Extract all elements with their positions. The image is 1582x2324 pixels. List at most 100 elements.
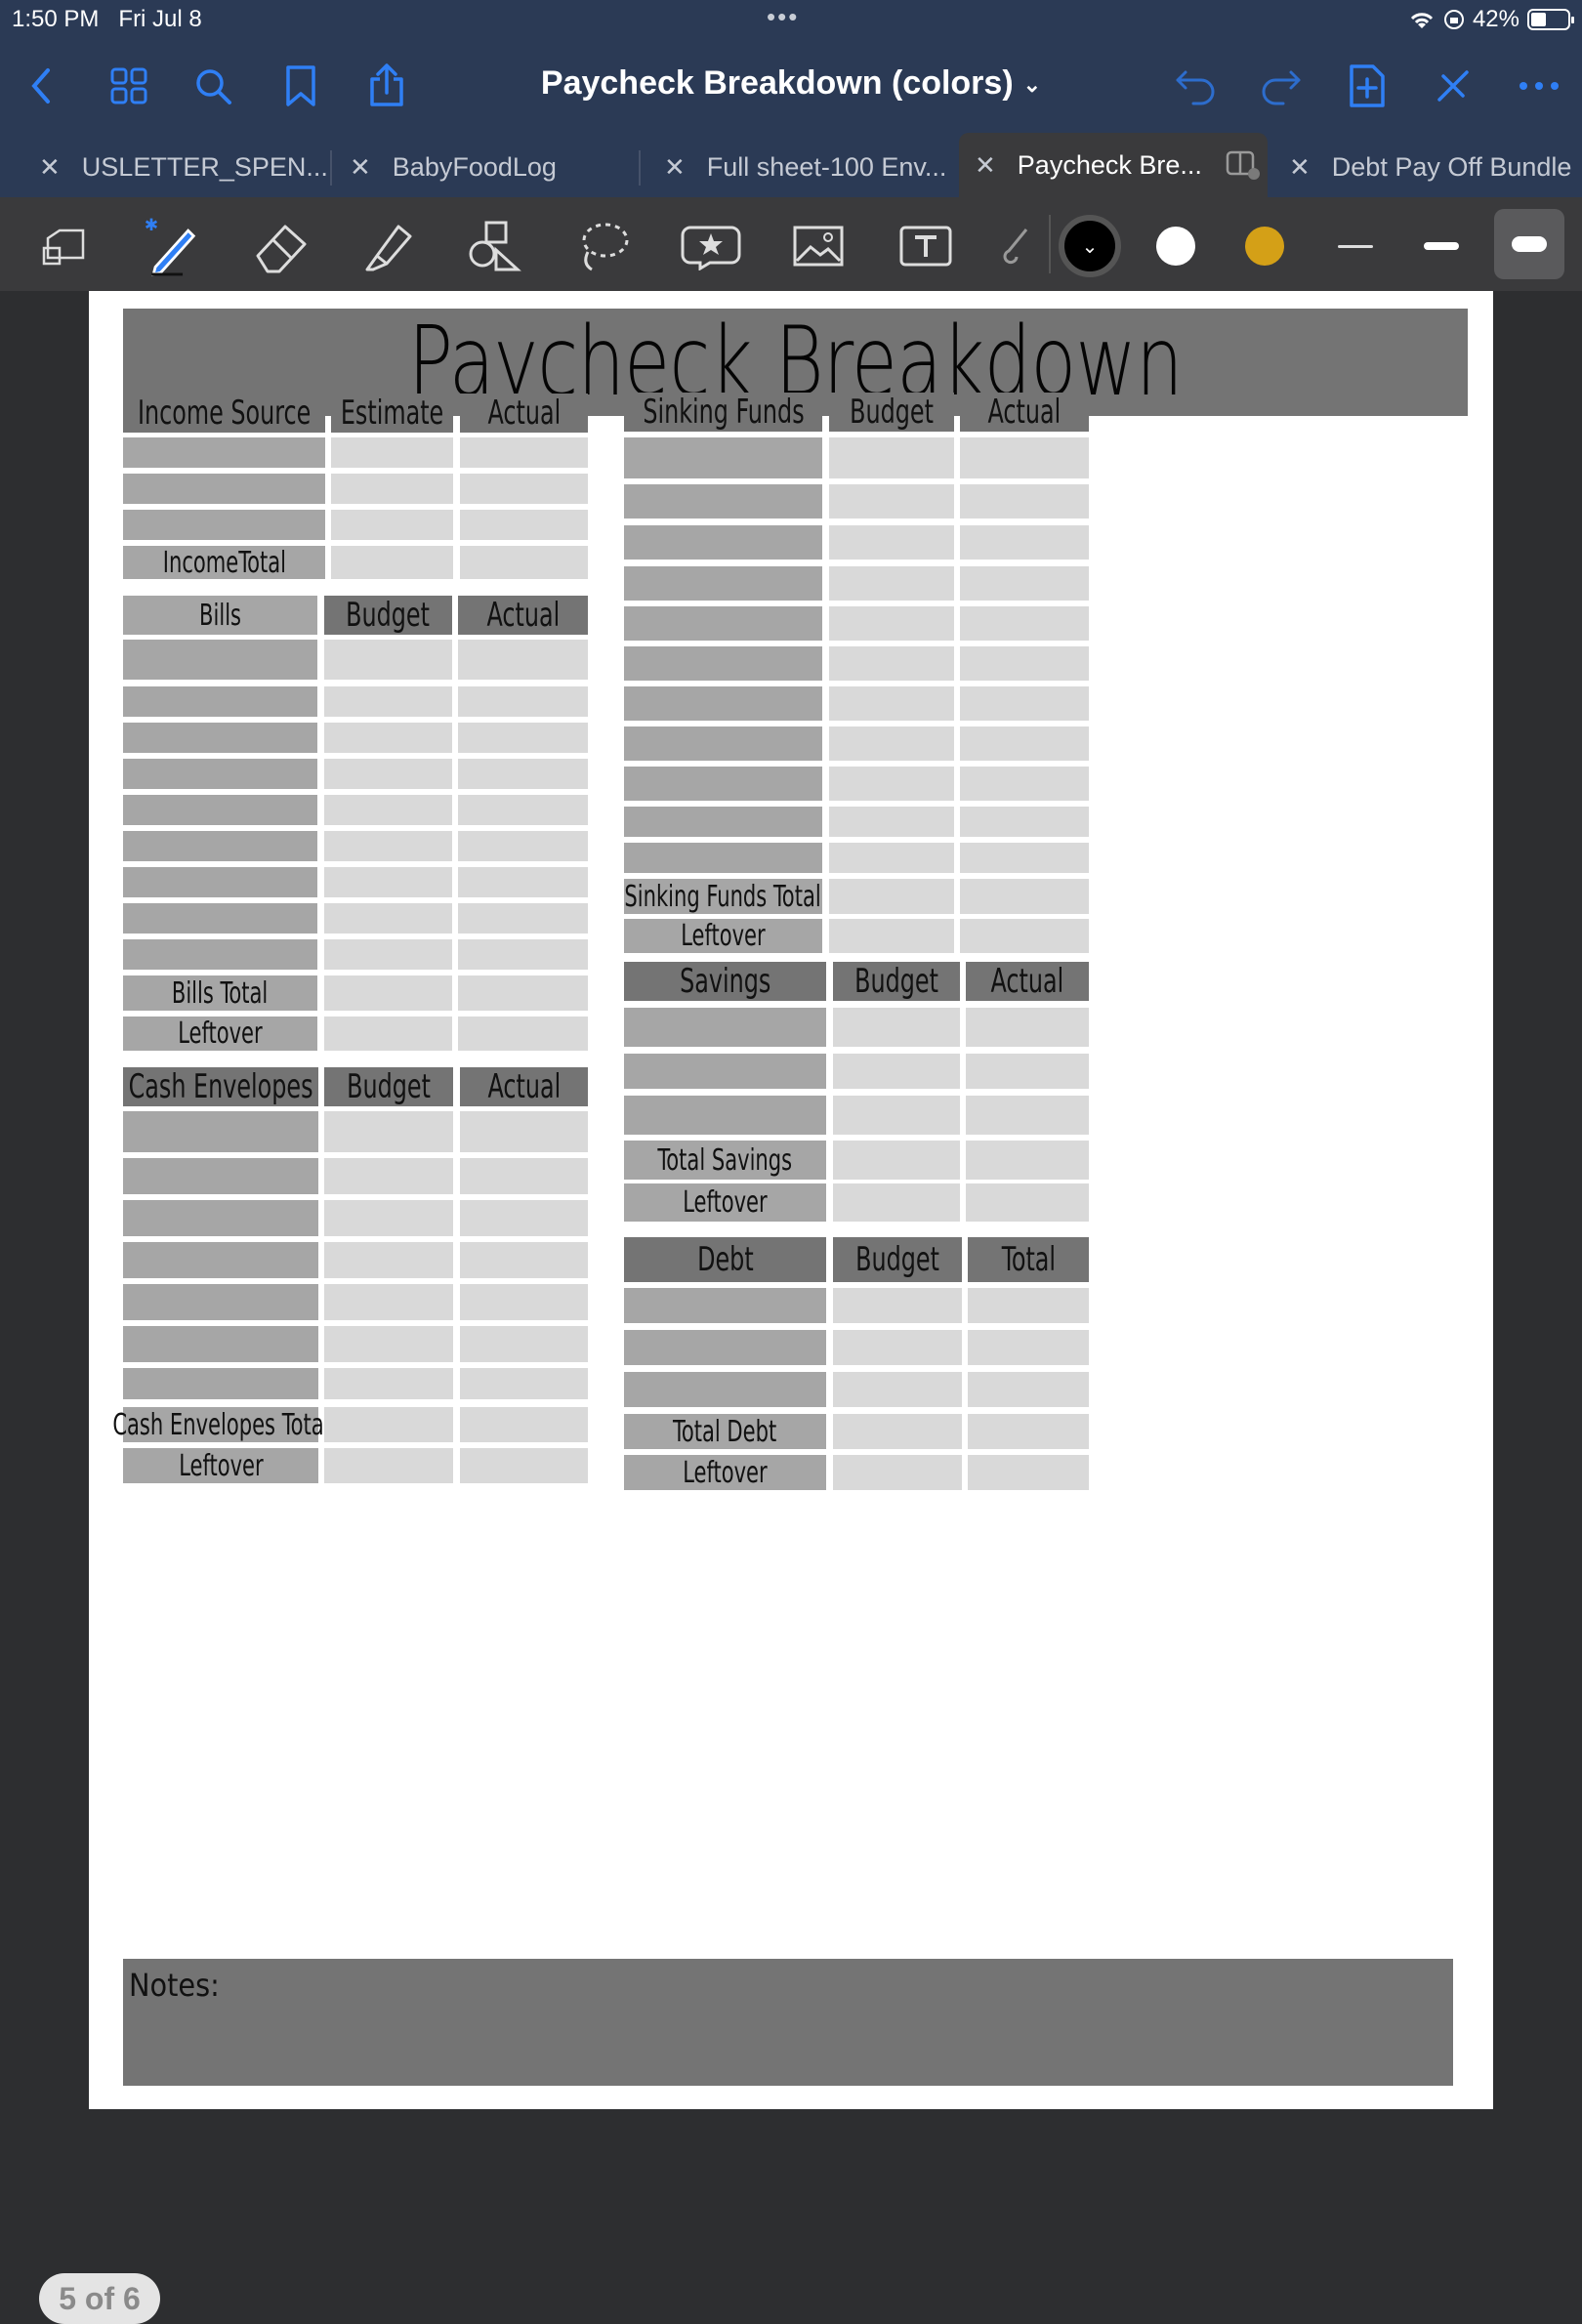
cash-row-value-cell[interactable]: [324, 1448, 453, 1483]
bills-row-value-cell[interactable]: [324, 640, 452, 680]
sinking-row-label-cell[interactable]: [624, 843, 822, 873]
bills-row-value-cell[interactable]: [324, 686, 452, 717]
bills-row-value-cell[interactable]: [458, 975, 588, 1011]
sinking-row-label-cell[interactable]: [624, 437, 822, 478]
cash-row-value-cell[interactable]: [460, 1407, 588, 1442]
bills-row-label-cell[interactable]: [123, 759, 317, 789]
sinking-row-value-cell[interactable]: [829, 767, 954, 801]
cash-row-value-cell[interactable]: [324, 1368, 453, 1399]
income-row-label-cell[interactable]: [123, 437, 325, 468]
lasso-icon[interactable]: [572, 215, 635, 277]
sinking-row-value-cell[interactable]: [960, 646, 1089, 681]
cash-row-value-cell[interactable]: [460, 1326, 588, 1362]
white-color-swatch[interactable]: [1156, 227, 1195, 266]
pen-tool-icon[interactable]: ✱: [143, 215, 197, 277]
tab-usletter[interactable]: ✕ USLETTER_SPEN...: [39, 137, 328, 197]
sinking-row-label-cell[interactable]: [624, 484, 822, 519]
savings-row-label-cell[interactable]: [624, 1096, 826, 1135]
tab-babyfoodlog[interactable]: ✕ BabyFoodLog: [350, 137, 557, 197]
cash-row-value-cell[interactable]: [324, 1242, 453, 1278]
savings-row-value-cell[interactable]: [833, 1008, 960, 1047]
debt-row-value-cell[interactable]: [968, 1455, 1089, 1490]
cash-row-label-cell[interactable]: [123, 1368, 318, 1399]
sinking-row-value-cell[interactable]: [960, 525, 1089, 560]
bills-row-value-cell[interactable]: [324, 795, 452, 825]
sinking-row-value-cell[interactable]: [829, 879, 954, 914]
tab-full-sheet[interactable]: ✕ Full sheet-100 Env...: [664, 137, 946, 197]
bills-row-label-cell[interactable]: [123, 831, 317, 861]
sinking-row-label-cell[interactable]: [624, 807, 822, 837]
sinking-row-label-cell[interactable]: [624, 606, 822, 641]
thin-stroke-option[interactable]: [1324, 215, 1387, 277]
debt-row-value-cell[interactable]: [833, 1330, 962, 1365]
savings-row-label-cell[interactable]: [624, 1054, 826, 1089]
sinking-row-value-cell[interactable]: [960, 566, 1089, 601]
text-box-icon[interactable]: [895, 215, 957, 277]
bills-row-label-cell[interactable]: [123, 867, 317, 897]
debt-row-value-cell[interactable]: [968, 1372, 1089, 1407]
sinking-row-value-cell[interactable]: [960, 686, 1089, 721]
bills-row-value-cell[interactable]: [458, 831, 588, 861]
bills-row-value-cell[interactable]: [324, 759, 452, 789]
savings-row-value-cell[interactable]: [966, 1141, 1089, 1180]
bills-row-value-cell[interactable]: [324, 975, 452, 1011]
sinking-row-value-cell[interactable]: [829, 919, 954, 953]
debt-row-value-cell[interactable]: [833, 1288, 962, 1323]
cash-row-value-cell[interactable]: [324, 1326, 453, 1362]
bills-row-value-cell[interactable]: [324, 939, 452, 970]
cash-row-label-cell[interactable]: [123, 1242, 318, 1278]
income-row-value-cell[interactable]: [460, 546, 588, 579]
cash-row-label-cell[interactable]: [123, 1326, 318, 1362]
sinking-row-value-cell[interactable]: [960, 484, 1089, 519]
redo-icon[interactable]: [1252, 57, 1311, 115]
sinking-row-label-cell[interactable]: [624, 686, 822, 721]
bills-row-value-cell[interactable]: [324, 831, 452, 861]
bills-row-value-cell[interactable]: [458, 903, 588, 934]
chevron-down-icon[interactable]: ⌄: [1023, 72, 1041, 97]
close-icon[interactable]: ✕: [975, 150, 996, 181]
cash-row-value-cell[interactable]: [460, 1242, 588, 1278]
cash-row-label-cell[interactable]: [123, 1111, 318, 1152]
cash-row-label-cell[interactable]: [123, 1200, 318, 1236]
elements-icon[interactable]: [680, 215, 742, 277]
bills-row-label-cell[interactable]: [123, 795, 317, 825]
income-row-value-cell[interactable]: [331, 510, 453, 540]
debt-row-label-cell[interactable]: [624, 1330, 826, 1365]
close-icon[interactable]: ✕: [664, 152, 686, 183]
sinking-row-label-cell[interactable]: [624, 525, 822, 560]
more-icon[interactable]: [1510, 57, 1568, 115]
income-row-value-cell[interactable]: [460, 474, 588, 504]
cash-row-value-cell[interactable]: [460, 1368, 588, 1399]
cash-row-value-cell[interactable]: [324, 1111, 453, 1152]
savings-row-value-cell[interactable]: [966, 1054, 1089, 1089]
undo-icon[interactable]: [1166, 57, 1225, 115]
bills-row-value-cell[interactable]: [324, 723, 452, 753]
close-icon[interactable]: ✕: [350, 152, 371, 183]
bills-row-value-cell[interactable]: [458, 939, 588, 970]
bills-row-label-cell[interactable]: [123, 686, 317, 717]
thick-stroke-option[interactable]: [1494, 209, 1564, 279]
sinking-row-value-cell[interactable]: [960, 919, 1089, 953]
cash-row-value-cell[interactable]: [460, 1158, 588, 1194]
pen-tools-icon[interactable]: [1424, 57, 1482, 115]
income-row-value-cell[interactable]: [460, 510, 588, 540]
savings-row-value-cell[interactable]: [833, 1183, 960, 1222]
worksheet-page[interactable]: Paycheck Breakdown Income Source Estimate…: [89, 291, 1493, 2109]
bills-row-value-cell[interactable]: [458, 723, 588, 753]
sinking-row-value-cell[interactable]: [960, 606, 1089, 641]
sinking-row-value-cell[interactable]: [829, 566, 954, 601]
multitasking-dots[interactable]: •••: [767, 2, 799, 32]
cash-row-value-cell[interactable]: [460, 1284, 588, 1320]
sinking-row-value-cell[interactable]: [829, 606, 954, 641]
add-page-icon[interactable]: [1338, 57, 1396, 115]
debt-row-value-cell[interactable]: [968, 1330, 1089, 1365]
sinking-row-value-cell[interactable]: [829, 437, 954, 478]
cash-row-value-cell[interactable]: [460, 1111, 588, 1152]
sinking-row-label-cell[interactable]: [624, 767, 822, 801]
sinking-row-label-cell[interactable]: [624, 646, 822, 681]
notes-box[interactable]: Notes:: [123, 1959, 1453, 2086]
cash-row-value-cell[interactable]: [460, 1448, 588, 1483]
savings-row-label-cell[interactable]: [624, 1008, 826, 1047]
bills-row-value-cell[interactable]: [324, 903, 452, 934]
sinking-row-value-cell[interactable]: [829, 726, 954, 761]
